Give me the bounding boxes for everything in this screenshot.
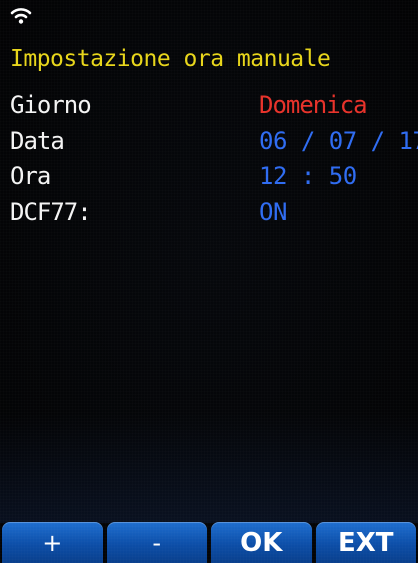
time-label: Ora bbox=[10, 162, 51, 190]
exit-button[interactable]: EXT bbox=[315, 522, 416, 563]
wifi-icon bbox=[10, 8, 32, 24]
setting-row-dcf77[interactable]: DCF77: ON bbox=[10, 198, 410, 228]
device-screen: Impostazione ora manuale Giorno Domenica… bbox=[0, 0, 418, 563]
dcf77-value[interactable]: ON bbox=[259, 198, 287, 226]
date-label: Data bbox=[10, 127, 65, 155]
date-value[interactable]: 06 / 07 / 17 bbox=[259, 127, 418, 155]
day-value[interactable]: Domenica bbox=[259, 91, 368, 119]
setting-row-day[interactable]: Giorno Domenica bbox=[10, 91, 410, 121]
increment-button[interactable]: + bbox=[2, 522, 103, 563]
setting-row-date[interactable]: Data 06 / 07 / 17 bbox=[10, 127, 418, 157]
screen-title: Impostazione ora manuale bbox=[10, 46, 331, 72]
day-label: Giorno bbox=[10, 91, 92, 119]
softkey-bar: + - OK EXT bbox=[0, 522, 418, 563]
setting-row-time[interactable]: Ora 12 : 50 bbox=[10, 162, 410, 192]
decrement-button[interactable]: - bbox=[106, 522, 207, 563]
ok-button[interactable]: OK bbox=[211, 522, 312, 563]
backlight-glow bbox=[0, 413, 418, 523]
dcf77-label: DCF77: bbox=[10, 198, 92, 226]
time-value[interactable]: 12 : 50 bbox=[259, 162, 357, 190]
